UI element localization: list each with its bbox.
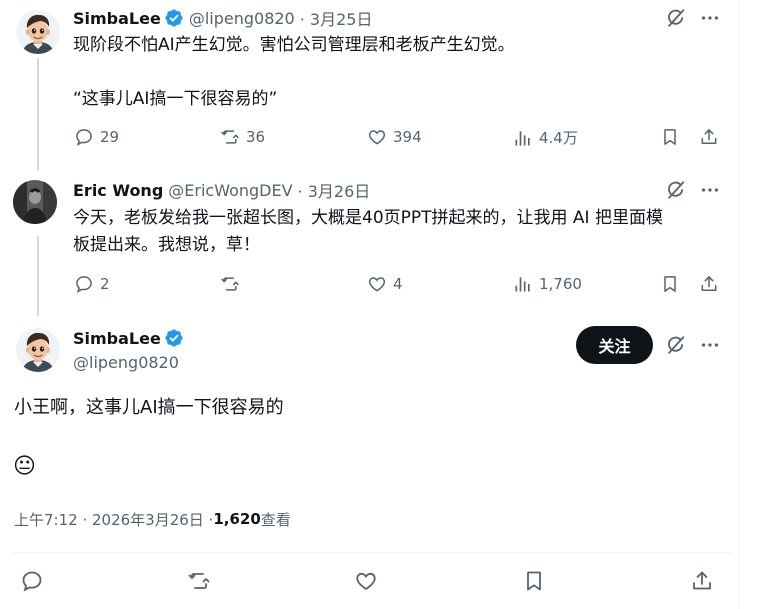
tweet-text-line: 现阶段不怕AI产生幻觉。害怕公司管理层和老板产生幻觉。 — [73, 35, 515, 55]
heart-icon — [367, 127, 387, 147]
tweet-text: 现阶段不怕AI产生幻觉。害怕公司管理层和老板产生幻觉。 “这事儿AI搞一下很容易… — [73, 32, 515, 113]
more-icon[interactable] — [699, 179, 721, 201]
retweet-button[interactable]: 36 — [220, 127, 265, 147]
views-button[interactable]: 4.4万 — [513, 127, 578, 148]
share-icon — [699, 127, 719, 147]
author-handle[interactable]: @EricWongDEV — [168, 181, 292, 200]
views-total: 1,620 — [213, 510, 261, 528]
bookmark-icon — [522, 569, 546, 593]
reply-button[interactable]: 29 — [74, 127, 119, 147]
reply-icon — [74, 127, 94, 147]
share-button[interactable] — [699, 127, 719, 147]
bookmark-button[interactable] — [660, 127, 680, 147]
heart-icon — [354, 569, 378, 593]
heart-icon — [367, 274, 387, 294]
retweet-icon — [220, 274, 240, 294]
bookmark-button[interactable] — [660, 274, 680, 294]
retweet-button[interactable] — [220, 274, 246, 294]
retweet-icon — [186, 569, 212, 593]
author-handle[interactable]: @lipeng0820 — [189, 9, 295, 28]
share-icon — [690, 569, 714, 593]
right-border — [739, 0, 740, 609]
author-name[interactable]: Eric Wong — [73, 181, 163, 200]
views-button[interactable]: 1,760 — [513, 274, 582, 294]
tweet-timestamp[interactable]: 上午7:12 · 2026年3月26日 · — [14, 509, 213, 530]
reply-count: 2 — [100, 275, 110, 293]
follow-button[interactable]: 关注 — [576, 326, 653, 364]
grok-icon[interactable] — [665, 334, 687, 356]
reply-button[interactable] — [20, 569, 44, 593]
tweet-date[interactable]: · 3月25日 — [300, 6, 373, 30]
bookmark-icon — [660, 127, 680, 147]
tweet-text-line: 板提出来。我想说，草！ — [73, 235, 260, 255]
reply-button[interactable]: 2 — [74, 274, 110, 294]
more-icon[interactable] — [699, 7, 721, 29]
author-handle[interactable]: @lipeng0820 — [73, 353, 179, 372]
views-label: 查看 — [260, 510, 291, 529]
tweet-text-line: 今天，老板发给我一张超长图，大概是40页PPT拼起来的，让我用 AI 把里面模 — [73, 208, 663, 228]
reply-icon — [74, 274, 94, 294]
avatar[interactable] — [13, 180, 57, 224]
author-name[interactable]: SimbaLee — [73, 329, 161, 348]
like-button[interactable] — [354, 569, 378, 593]
reply-count: 29 — [100, 128, 120, 146]
grok-icon[interactable] — [665, 7, 687, 29]
author-name[interactable]: SimbaLee — [73, 9, 161, 28]
bookmark-button[interactable] — [522, 569, 546, 593]
verified-badge-icon — [164, 328, 184, 348]
retweet-icon — [220, 127, 240, 147]
thread-line — [37, 236, 39, 316]
more-icon[interactable] — [699, 334, 721, 356]
retweet-button[interactable] — [186, 569, 212, 593]
verified-badge-icon — [164, 8, 184, 28]
thread-line — [37, 58, 39, 170]
share-button[interactable] — [690, 569, 714, 593]
like-count: 394 — [393, 128, 422, 146]
tweet-text: 今天，老板发给我一张超长图，大概是40页PPT拼起来的，让我用 AI 把里面模 … — [73, 205, 663, 259]
views-icon — [513, 128, 533, 148]
tweet-text-line: “这事儿AI搞一下很容易的” — [73, 89, 278, 109]
avatar[interactable] — [16, 10, 60, 54]
share-icon — [699, 274, 719, 294]
emoji: 😐 — [13, 454, 36, 479]
views-icon — [513, 274, 533, 294]
reply-icon — [20, 569, 44, 593]
tweet-date[interactable]: · 3月26日 — [298, 178, 371, 202]
grok-icon[interactable] — [665, 179, 687, 201]
bookmark-icon — [660, 274, 680, 294]
like-count: 4 — [393, 275, 403, 293]
tweet-text: 小王啊，这事儿AI搞一下很容易的 — [14, 397, 284, 418]
retweet-count: 36 — [246, 128, 266, 146]
views-count: 1,760 — [539, 275, 582, 293]
share-button[interactable] — [699, 274, 719, 294]
tweet-text-blank — [73, 59, 515, 86]
avatar[interactable] — [16, 328, 60, 372]
divider — [12, 552, 732, 553]
like-button[interactable]: 4 — [367, 274, 403, 294]
like-button[interactable]: 394 — [367, 127, 422, 147]
views-count: 4.4万 — [539, 129, 578, 147]
